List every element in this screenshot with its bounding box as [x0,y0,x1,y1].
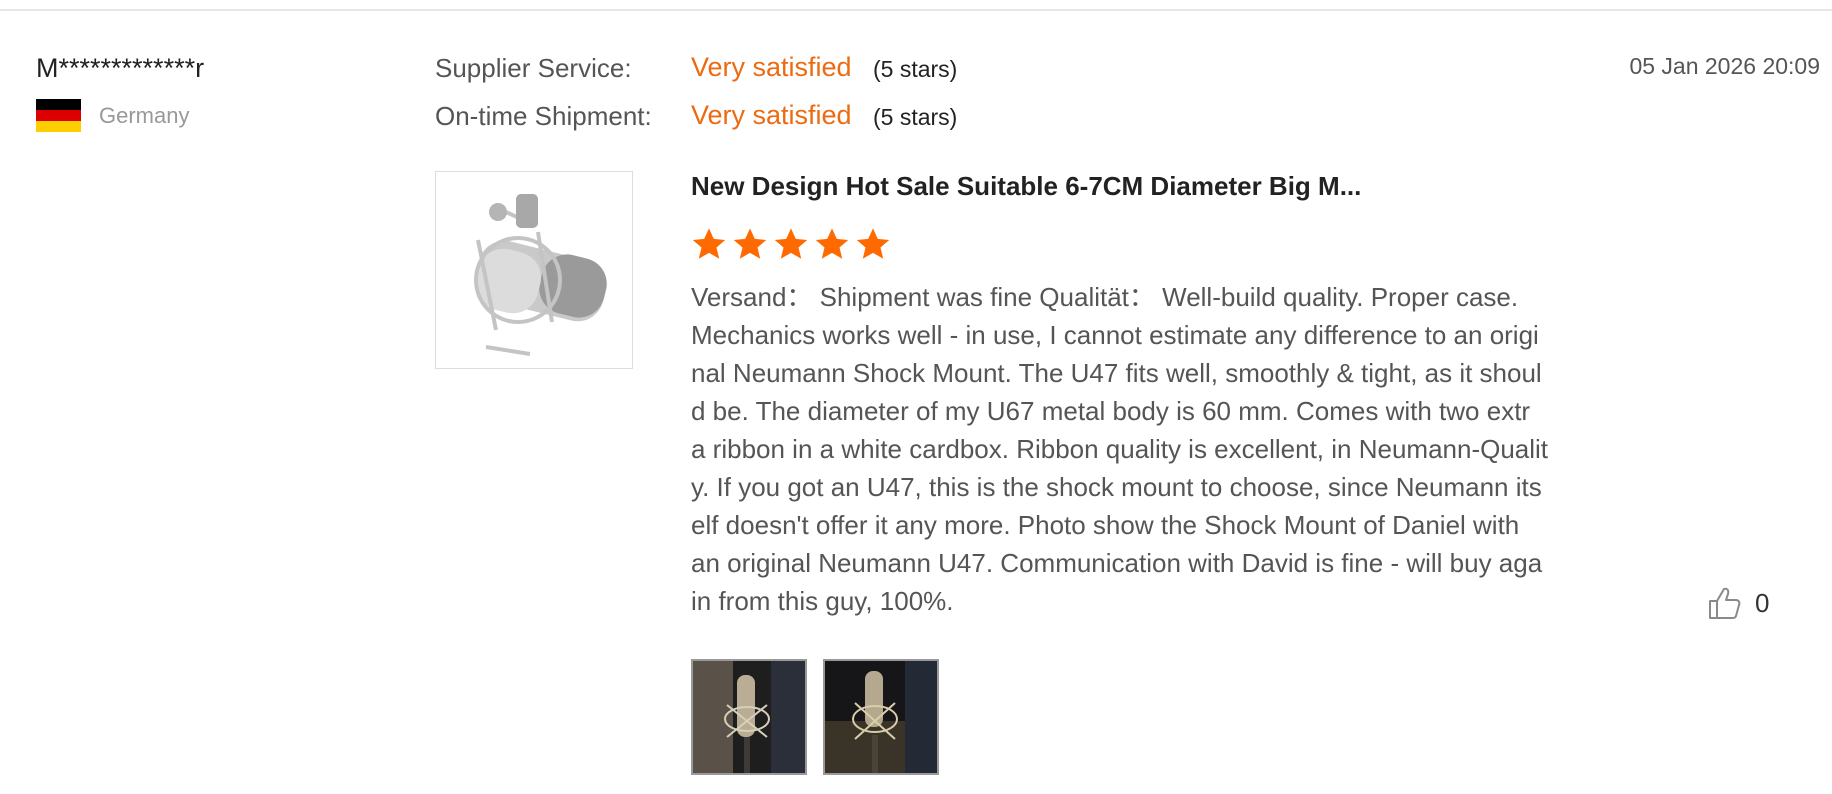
like-button[interactable]: 0 [1707,585,1769,621]
review-text: Versand： Shipment was fine Qualität： Wel… [691,282,1549,616]
star-icon [815,228,849,259]
star-icon [774,228,808,259]
ontime-shipment-label: On-time Shipment: [435,101,652,131]
supplier-service-stars: (5 stars) [873,56,958,82]
reviewer-name: M*************r [36,53,205,83]
microphone-shock-mount-image [436,172,632,368]
review-photo[interactable] [691,659,807,775]
supplier-service-label: Supplier Service: [435,53,632,83]
ontime-shipment-stars: (5 stars) [873,104,958,130]
review-photo-icon [693,661,805,773]
review-date: 05 Jan 2026 20:09 [1629,53,1820,79]
top-divider [0,9,1832,11]
like-count: 0 [1755,587,1770,618]
star-icon [856,228,890,259]
supplier-service-value: Very satisfied [691,52,852,82]
product-title[interactable]: New Design Hot Sale Suitable 6-7CM Diame… [691,171,1361,202]
star-icon [733,228,767,259]
germany-flag-icon [36,99,81,132]
review-photo-icon [825,661,937,773]
product-star-rating [691,226,891,262]
product-thumbnail[interactable] [435,171,633,369]
ontime-shipment-value: Very satisfied [691,100,852,130]
reviewer-country: Germany [99,103,190,128]
thumbs-up-icon[interactable] [1707,585,1741,621]
review-photo[interactable] [823,659,939,775]
star-icon [692,228,726,259]
